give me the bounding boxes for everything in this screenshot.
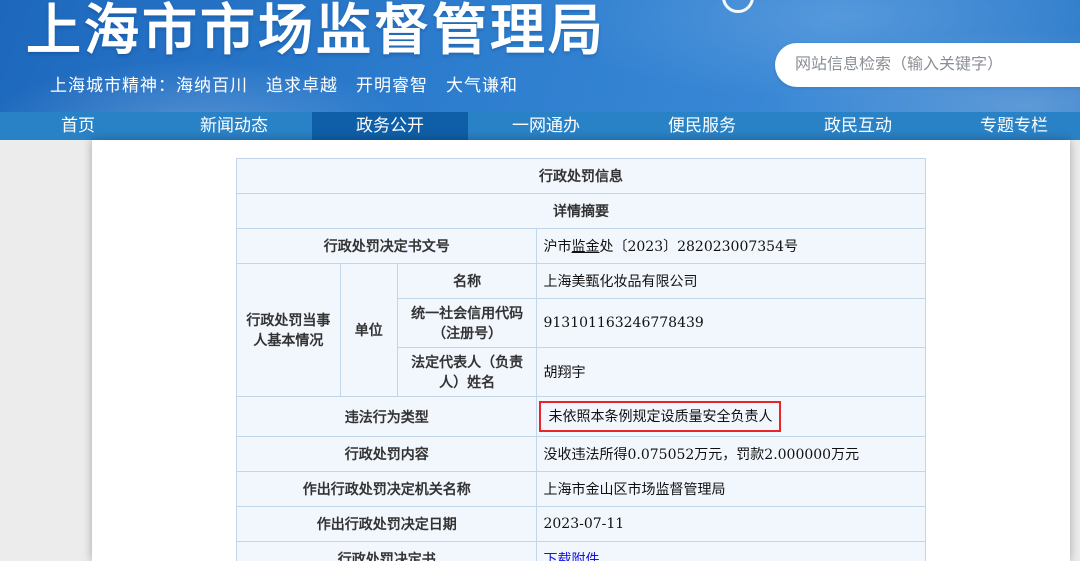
credit-code-value: 913101163246778439: [537, 299, 926, 348]
search-input[interactable]: [795, 56, 1080, 74]
authority-value: 上海市金山区市场监督管理局: [537, 472, 926, 507]
table-row: 行政处罚决定书文号 沪市监金处〔2023〕282023007354号: [237, 229, 926, 264]
main-nav: 首页 新闻动态 政务公开 一网通办 便民服务 政民互动 专题专栏: [0, 112, 1080, 140]
page-body: 行政处罚信息 详情摘要 行政处罚决定书文号 沪市监金处〔2023〕2820230…: [0, 140, 1080, 561]
party-name-value: 上海美甄化妆品有限公司: [537, 264, 926, 299]
violation-type-label: 违法行为类型: [237, 397, 537, 437]
table-subtitle: 详情摘要: [237, 194, 926, 229]
authority-label: 作出行政处罚决定机关名称: [237, 472, 537, 507]
doc-number-prefix: 沪市: [543, 239, 571, 255]
nav-tab-services[interactable]: 便民服务: [624, 112, 780, 140]
legal-rep-value: 胡翔宇: [537, 348, 926, 397]
table-row: 行政处罚当事人基本情况 单位 名称 上海美甄化妆品有限公司: [237, 264, 926, 299]
site-title: 上海市市场监督管理局: [26, 0, 606, 64]
nav-tab-gov-disclosure[interactable]: 政务公开: [312, 112, 468, 140]
nav-tab-interaction[interactable]: 政民互动: [780, 112, 936, 140]
site-search[interactable]: [775, 43, 1080, 87]
doc-number-value: 沪市监金处〔2023〕282023007354号: [537, 229, 926, 264]
download-attachment-link[interactable]: 下载附件: [543, 552, 599, 561]
table-row: 作出行政处罚决定日期 2023-07-11: [237, 507, 926, 542]
party-section-label: 行政处罚当事人基本情况: [237, 264, 341, 397]
credit-code-label: 统一社会信用代码（注册号）: [397, 299, 537, 348]
decorative-ring-icon: [722, 0, 754, 13]
site-subtitle: 上海城市精神：海纳百川 追求卓越 开明睿智 大气谦和: [50, 71, 518, 96]
decision-doc-cell: 下载附件: [537, 542, 926, 561]
table-row: 行政处罚内容 没收违法所得0.075052万元，罚款2.000000万元: [237, 437, 926, 472]
penalty-info-table: 行政处罚信息 详情摘要 行政处罚决定书文号 沪市监金处〔2023〕2820230…: [236, 158, 926, 561]
party-type-label: 单位: [340, 264, 397, 397]
violation-type-highlight: 未依照本条例规定设质量安全负责人: [539, 401, 781, 432]
table-row: 违法行为类型 未依照本条例规定设质量安全负责人: [237, 397, 926, 437]
party-name-label: 名称: [397, 264, 537, 299]
site-header: 上海市市场监督管理局 上海城市精神：海纳百川 追求卓越 开明睿智 大气谦和: [0, 0, 1080, 112]
doc-number-underlined: 监金: [571, 239, 599, 255]
doc-number-suffix: 处〔2023〕282023007354号: [599, 239, 798, 255]
table-row: 作出行政处罚决定机关名称 上海市金山区市场监督管理局: [237, 472, 926, 507]
nav-tab-home[interactable]: 首页: [0, 112, 156, 140]
decision-date-value: 2023-07-11: [537, 507, 926, 542]
violation-type-cell: 未依照本条例规定设质量安全负责人: [537, 397, 926, 437]
table-row: 行政处罚决定书 下载附件: [237, 542, 926, 561]
content-panel: 行政处罚信息 详情摘要 行政处罚决定书文号 沪市监金处〔2023〕2820230…: [92, 140, 1070, 561]
decision-doc-label: 行政处罚决定书: [237, 542, 537, 561]
penalty-content-value: 没收违法所得0.075052万元，罚款2.000000万元: [537, 437, 926, 472]
doc-number-label: 行政处罚决定书文号: [237, 229, 537, 264]
table-row: 详情摘要: [237, 194, 926, 229]
nav-tab-special[interactable]: 专题专栏: [936, 112, 1080, 140]
decision-date-label: 作出行政处罚决定日期: [237, 507, 537, 542]
penalty-content-label: 行政处罚内容: [237, 437, 537, 472]
table-title: 行政处罚信息: [237, 159, 926, 194]
nav-tab-one-stop[interactable]: 一网通办: [468, 112, 624, 140]
table-row: 行政处罚信息: [237, 159, 926, 194]
legal-rep-label: 法定代表人（负责人）姓名: [397, 348, 537, 397]
nav-tab-news[interactable]: 新闻动态: [156, 112, 312, 140]
